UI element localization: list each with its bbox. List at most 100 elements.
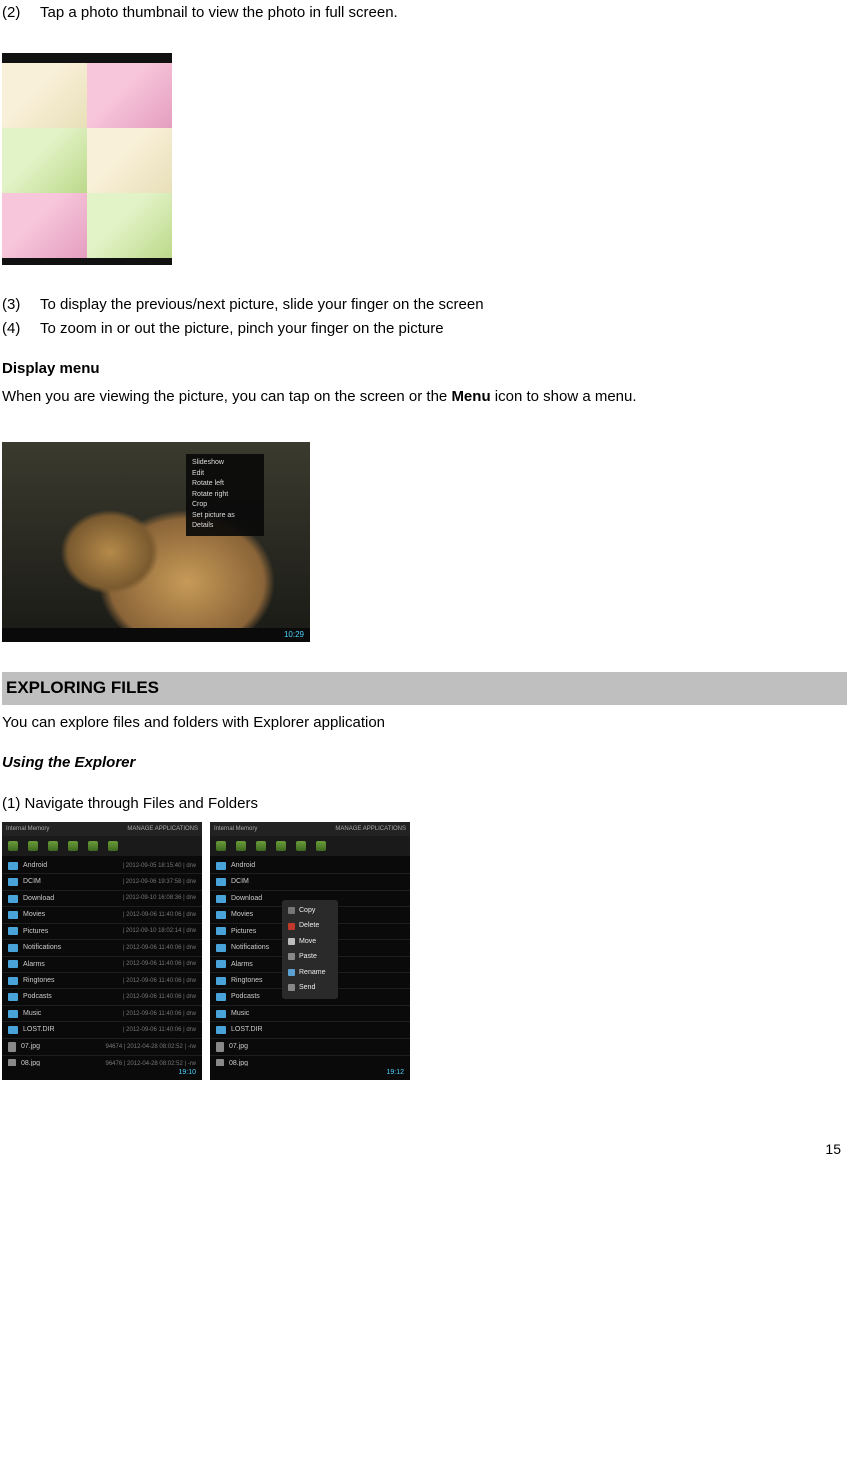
file-row: DCIM| 2012-09-06 19:37:58 | drw xyxy=(2,874,202,890)
photo-menu-figure: SlideshowEditRotate leftRotate rightCrop… xyxy=(2,442,847,642)
tablet-screenshot-landscape: SlideshowEditRotate leftRotate rightCrop… xyxy=(2,442,310,642)
context-menu-icon xyxy=(288,907,295,914)
folder-icon xyxy=(216,1026,226,1034)
file-meta: | 2012-09-10 18:02:14 | drw xyxy=(123,927,197,935)
context-menu-label: Move xyxy=(299,937,316,946)
folder-icon xyxy=(8,862,18,870)
file-meta: | 2012-09-06 11:40:06 | drw xyxy=(123,960,196,968)
photo-menu-item: Details xyxy=(192,521,258,532)
status-bar: 10:29 xyxy=(2,628,310,642)
step-3-number: (3) xyxy=(2,295,30,315)
file-row: LOST.DIR xyxy=(210,1022,410,1038)
file-meta: | 2012-09-06 11:40:06 | drw xyxy=(123,977,196,985)
step-3: (3) To display the previous/next picture… xyxy=(2,295,847,315)
context-menu-label: Paste xyxy=(299,952,317,961)
file-row: 07.jpg xyxy=(210,1039,410,1056)
file-name: Music xyxy=(23,1009,41,1018)
display-menu-paragraph: When you are viewing the picture, you ca… xyxy=(2,387,847,407)
using-explorer-heading: Using the Explorer xyxy=(2,753,847,773)
status-bar: 19:12 xyxy=(210,1066,410,1080)
toolbar-icon xyxy=(28,841,38,851)
file-name: Movies xyxy=(231,910,253,919)
file-name: Movies xyxy=(23,910,45,919)
topbar-left: Internal Memory xyxy=(214,825,257,833)
exploring-files-heading: EXPLORING FILES xyxy=(2,672,847,705)
toolbar-icon xyxy=(48,841,58,851)
photo-menu-item: Rotate left xyxy=(192,479,258,490)
folder-icon xyxy=(216,895,226,903)
step-4-text: To zoom in or out the picture, pinch you… xyxy=(40,319,444,339)
toolbar-icon xyxy=(8,841,18,851)
file-row: Alarms | 2012-09-06 11:40:06 | drw xyxy=(2,957,202,973)
file-meta: | 2012-09-06 11:40:06 | drw xyxy=(123,911,196,919)
photo-context-menu: SlideshowEditRotate leftRotate rightCrop… xyxy=(186,454,264,536)
file-row: 07.jpg94674 | 2012-04-28 08:02:52 | -rw xyxy=(2,1039,202,1056)
file-meta: | 2012-09-10 16:08:36 | drw xyxy=(123,894,197,902)
file-name: Notifications xyxy=(23,943,61,952)
folder-icon xyxy=(8,944,18,952)
file-icon xyxy=(8,1042,16,1052)
toolbar-icon xyxy=(108,841,118,851)
explorer-figures: Internal Memory MANAGE APPLICATIONS Andr… xyxy=(2,822,847,1080)
topbar-right: MANAGE APPLICATIONS xyxy=(335,825,406,833)
file-name: Download xyxy=(23,894,54,903)
file-meta: | 2012-09-06 11:40:06 | drw xyxy=(123,993,196,1001)
context-menu-item: Rename xyxy=(282,965,338,980)
explorer-topbar: Internal Memory MANAGE APPLICATIONS xyxy=(210,822,410,836)
file-name: Podcasts xyxy=(231,992,260,1001)
photo-menu-item: Slideshow xyxy=(192,458,258,469)
explorer-screenshot-right: Internal Memory MANAGE APPLICATIONS Andr… xyxy=(210,822,410,1080)
context-menu-label: Delete xyxy=(299,921,319,930)
photo-menu-item: Crop xyxy=(192,500,258,511)
file-row: Android| 2012-09-05 18:15:40 | drw xyxy=(2,858,202,874)
file-name: Ringtones xyxy=(23,976,55,985)
context-menu-item: Paste xyxy=(282,949,338,964)
file-name: DCIM xyxy=(23,877,41,886)
context-menu-icon xyxy=(288,938,295,945)
folder-icon xyxy=(216,862,226,870)
folder-icon xyxy=(216,977,226,985)
toolbar-icon xyxy=(216,841,226,851)
explorer-topbar: Internal Memory MANAGE APPLICATIONS xyxy=(2,822,202,836)
file-name: Pictures xyxy=(231,927,256,936)
file-name: DCIM xyxy=(231,877,249,886)
folder-icon xyxy=(8,895,18,903)
context-menu-icon xyxy=(288,953,295,960)
topbar-left: Internal Memory xyxy=(6,825,49,833)
folder-icon xyxy=(216,960,226,968)
file-name: 07.jpg xyxy=(21,1042,40,1051)
file-row: Ringtones | 2012-09-06 11:40:06 | drw xyxy=(2,973,202,989)
display-menu-heading: Display menu xyxy=(2,359,847,379)
folder-icon xyxy=(216,944,226,952)
context-menu-item: Copy xyxy=(282,903,338,918)
file-row: Android xyxy=(210,858,410,874)
folder-icon xyxy=(8,927,18,935)
page-number: 15 xyxy=(2,1140,847,1159)
photo-menu-item: Rotate right xyxy=(192,490,258,501)
file-row: LOST.DIR | 2012-09-06 11:40:06 | drw xyxy=(2,1022,202,1038)
folder-icon xyxy=(216,927,226,935)
context-menu-icon xyxy=(288,984,295,991)
folder-icon xyxy=(8,1010,18,1018)
file-row: Download | 2012-09-10 16:08:36 | drw xyxy=(2,891,202,907)
folder-icon xyxy=(8,993,18,1001)
context-menu-icon xyxy=(288,923,295,930)
file-row: Music| 2012-09-06 11:40:06 | drw xyxy=(2,1006,202,1022)
file-name: LOST.DIR xyxy=(23,1025,55,1034)
explorer-toolbar xyxy=(2,836,202,856)
explorer-screenshot-left: Internal Memory MANAGE APPLICATIONS Andr… xyxy=(2,822,202,1080)
context-menu-label: Rename xyxy=(299,968,325,977)
clock-text: 19:10 xyxy=(178,1068,196,1077)
file-row: Movies | 2012-09-06 11:40:06 | drw xyxy=(2,907,202,923)
file-name: Alarms xyxy=(23,960,45,969)
file-list: Android| 2012-09-05 18:15:40 | drwDCIM| … xyxy=(2,856,202,1075)
step-3-text: To display the previous/next picture, sl… xyxy=(40,295,484,315)
toolbar-icon xyxy=(316,841,326,851)
file-name: Alarms xyxy=(231,960,253,969)
context-menu-item: Delete xyxy=(282,918,338,933)
navigate-title: (1) Navigate through Files and Folders xyxy=(2,794,847,814)
toolbar-icon xyxy=(68,841,78,851)
file-meta: | 2012-09-06 11:40:06 | drw xyxy=(123,1026,196,1034)
file-name: Ringtones xyxy=(231,976,263,985)
context-menu-item: Send xyxy=(282,980,338,995)
